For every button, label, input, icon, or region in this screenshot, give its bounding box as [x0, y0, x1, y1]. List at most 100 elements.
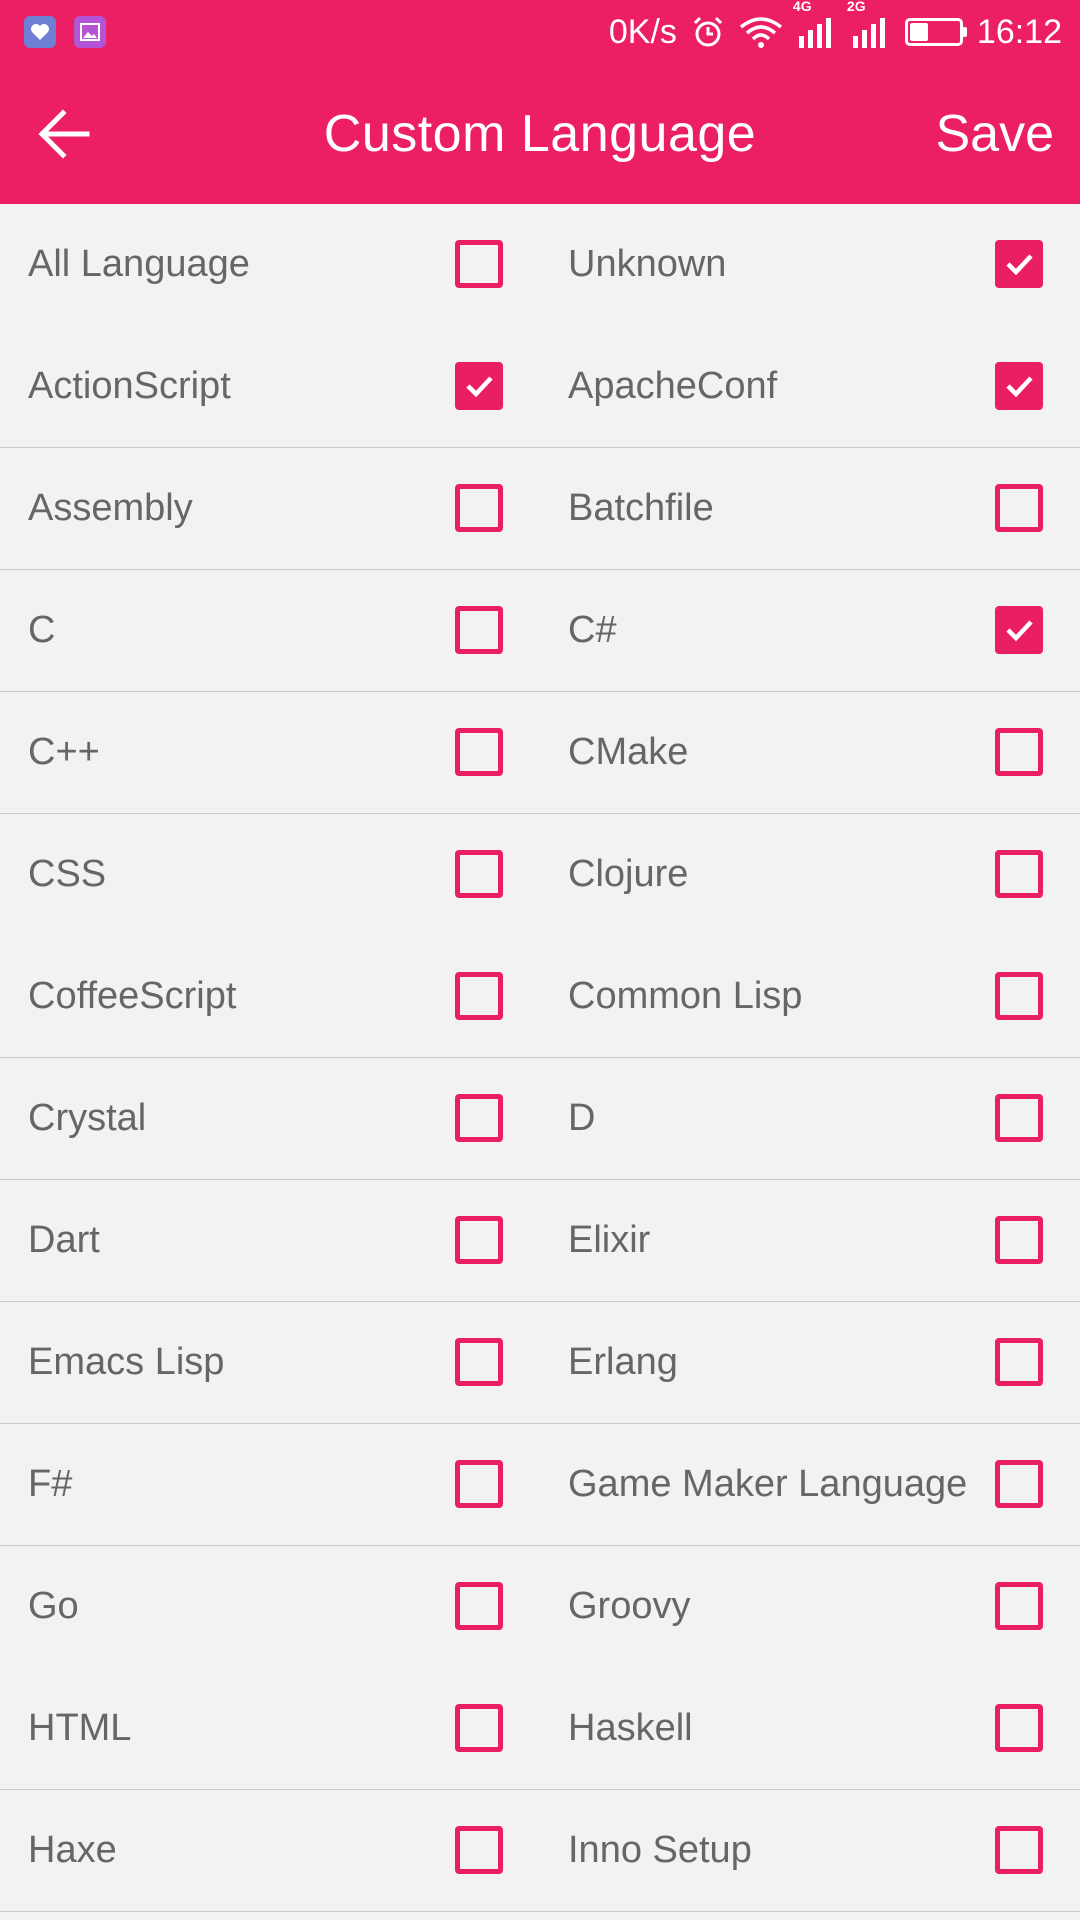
net-speed-text: 0K/s: [608, 12, 677, 51]
check-icon: [1006, 254, 1033, 276]
language-checkbox[interactable]: [455, 1704, 503, 1752]
notification-icons: [24, 16, 106, 48]
battery-level: [909, 23, 929, 41]
language-checkbox[interactable]: [995, 1216, 1043, 1264]
language-label: C#: [568, 609, 617, 651]
language-checkbox[interactable]: [455, 362, 503, 410]
language-option-left[interactable]: F#: [0, 1424, 540, 1545]
language-option-left[interactable]: Haxe: [0, 1790, 540, 1911]
language-checkbox[interactable]: [455, 1338, 503, 1386]
language-option-right[interactable]: D: [540, 1058, 1080, 1179]
arrow-left-icon: [38, 109, 90, 159]
language-label: F#: [28, 1463, 73, 1505]
language-label: Unknown: [568, 243, 727, 285]
language-checkbox[interactable]: [455, 240, 503, 288]
language-option-left[interactable]: Crystal: [0, 1058, 540, 1179]
language-checkbox[interactable]: [995, 484, 1043, 532]
language-option-left[interactable]: Assembly: [0, 448, 540, 569]
language-option-left[interactable]: Dart: [0, 1180, 540, 1301]
language-checkbox[interactable]: [455, 606, 503, 654]
language-option-right[interactable]: C#: [540, 570, 1080, 691]
language-row: Haxe Inno Setup: [0, 1790, 1080, 1912]
language-checkbox[interactable]: [455, 1460, 503, 1508]
status-bar: 0K/s 4G 2G 16:12: [0, 0, 1080, 64]
language-checkbox[interactable]: [455, 1826, 503, 1874]
language-label: ApacheConf: [568, 365, 778, 407]
language-option-left[interactable]: C++: [0, 692, 540, 813]
language-checkbox[interactable]: [995, 1582, 1043, 1630]
language-checkbox[interactable]: [995, 1460, 1043, 1508]
network-type-4g: 4G: [792, 0, 812, 14]
language-checkbox[interactable]: [995, 1826, 1043, 1874]
language-row: F# Game Maker Language: [0, 1424, 1080, 1546]
language-label: Elixir: [568, 1219, 651, 1261]
alarm-icon: [693, 16, 722, 47]
language-option-left[interactable]: ActionScript: [0, 326, 540, 447]
language-option-left[interactable]: CoffeeScript: [0, 936, 540, 1057]
language-label: Haxe: [28, 1829, 117, 1871]
language-label: Groovy: [568, 1585, 691, 1627]
language-checkbox[interactable]: [995, 728, 1043, 776]
language-row: CoffeeScript Common Lisp: [0, 936, 1080, 1058]
language-label: C++: [28, 731, 100, 773]
language-checkbox[interactable]: [995, 972, 1043, 1020]
language-option-right[interactable]: Clojure: [540, 814, 1080, 935]
language-label: CSS: [28, 853, 107, 895]
language-label: CMake: [568, 731, 689, 773]
language-label: HTML: [28, 1707, 132, 1749]
language-row: Crystal D: [0, 1058, 1080, 1180]
language-option-left[interactable]: C: [0, 570, 540, 691]
signal-icon-2g: 2G: [847, 0, 891, 48]
language-checkbox[interactable]: [455, 484, 503, 532]
language-option-right[interactable]: ApacheConf: [540, 326, 1080, 447]
language-option-right[interactable]: Groovy: [540, 1546, 1080, 1667]
language-checkbox[interactable]: [455, 850, 503, 898]
language-option-right[interactable]: Inno Setup: [540, 1790, 1080, 1911]
language-list: All Language Unknown ActionScript Apache…: [0, 204, 1080, 1912]
language-checkbox[interactable]: [455, 1216, 503, 1264]
language-checkbox[interactable]: [995, 240, 1043, 288]
language-label: Erlang: [568, 1341, 678, 1383]
language-option-left[interactable]: Go: [0, 1546, 540, 1667]
language-option-right[interactable]: CMake: [540, 692, 1080, 813]
language-option-left[interactable]: CSS: [0, 814, 540, 935]
language-row: All Language Unknown: [0, 204, 1080, 326]
language-checkbox[interactable]: [455, 1582, 503, 1630]
language-option-right[interactable]: Erlang: [540, 1302, 1080, 1423]
app-bar: Custom Language Save: [0, 64, 1080, 204]
save-button[interactable]: Save: [931, 64, 1058, 204]
language-checkbox[interactable]: [995, 606, 1043, 654]
back-button[interactable]: [24, 94, 104, 174]
language-checkbox[interactable]: [995, 362, 1043, 410]
language-option-right[interactable]: Batchfile: [540, 448, 1080, 569]
language-checkbox[interactable]: [995, 1094, 1043, 1142]
language-label: Emacs Lisp: [28, 1341, 225, 1383]
notification-heart-icon: [24, 16, 56, 48]
language-option-left[interactable]: Emacs Lisp: [0, 1302, 540, 1423]
clock-text: 16:12: [976, 12, 1062, 51]
language-label: Clojure: [568, 853, 689, 895]
language-checkbox[interactable]: [455, 972, 503, 1020]
language-label: CoffeeScript: [28, 975, 237, 1017]
language-checkbox[interactable]: [995, 850, 1043, 898]
signal-icon-4g: 4G: [793, 0, 837, 48]
language-option-left[interactable]: All Language: [0, 204, 540, 325]
language-option-right[interactable]: Haskell: [540, 1668, 1080, 1789]
language-label: Batchfile: [568, 487, 714, 529]
battery-icon: [904, 18, 967, 46]
language-label: C: [28, 609, 56, 651]
language-checkbox[interactable]: [995, 1704, 1043, 1752]
language-option-right[interactable]: Elixir: [540, 1180, 1080, 1301]
language-checkbox[interactable]: [995, 1338, 1043, 1386]
language-option-right[interactable]: Game Maker Language: [540, 1424, 1080, 1545]
language-checkbox[interactable]: [455, 728, 503, 776]
language-option-right[interactable]: Common Lisp: [540, 936, 1080, 1057]
language-checkbox[interactable]: [455, 1094, 503, 1142]
page-title: Custom Language: [323, 105, 757, 163]
language-option-left[interactable]: HTML: [0, 1668, 540, 1789]
language-label: Dart: [28, 1219, 100, 1261]
language-option-right[interactable]: Unknown: [540, 204, 1080, 325]
language-label: Go: [28, 1585, 79, 1627]
language-label: Inno Setup: [568, 1829, 752, 1871]
language-label: All Language: [28, 243, 250, 285]
